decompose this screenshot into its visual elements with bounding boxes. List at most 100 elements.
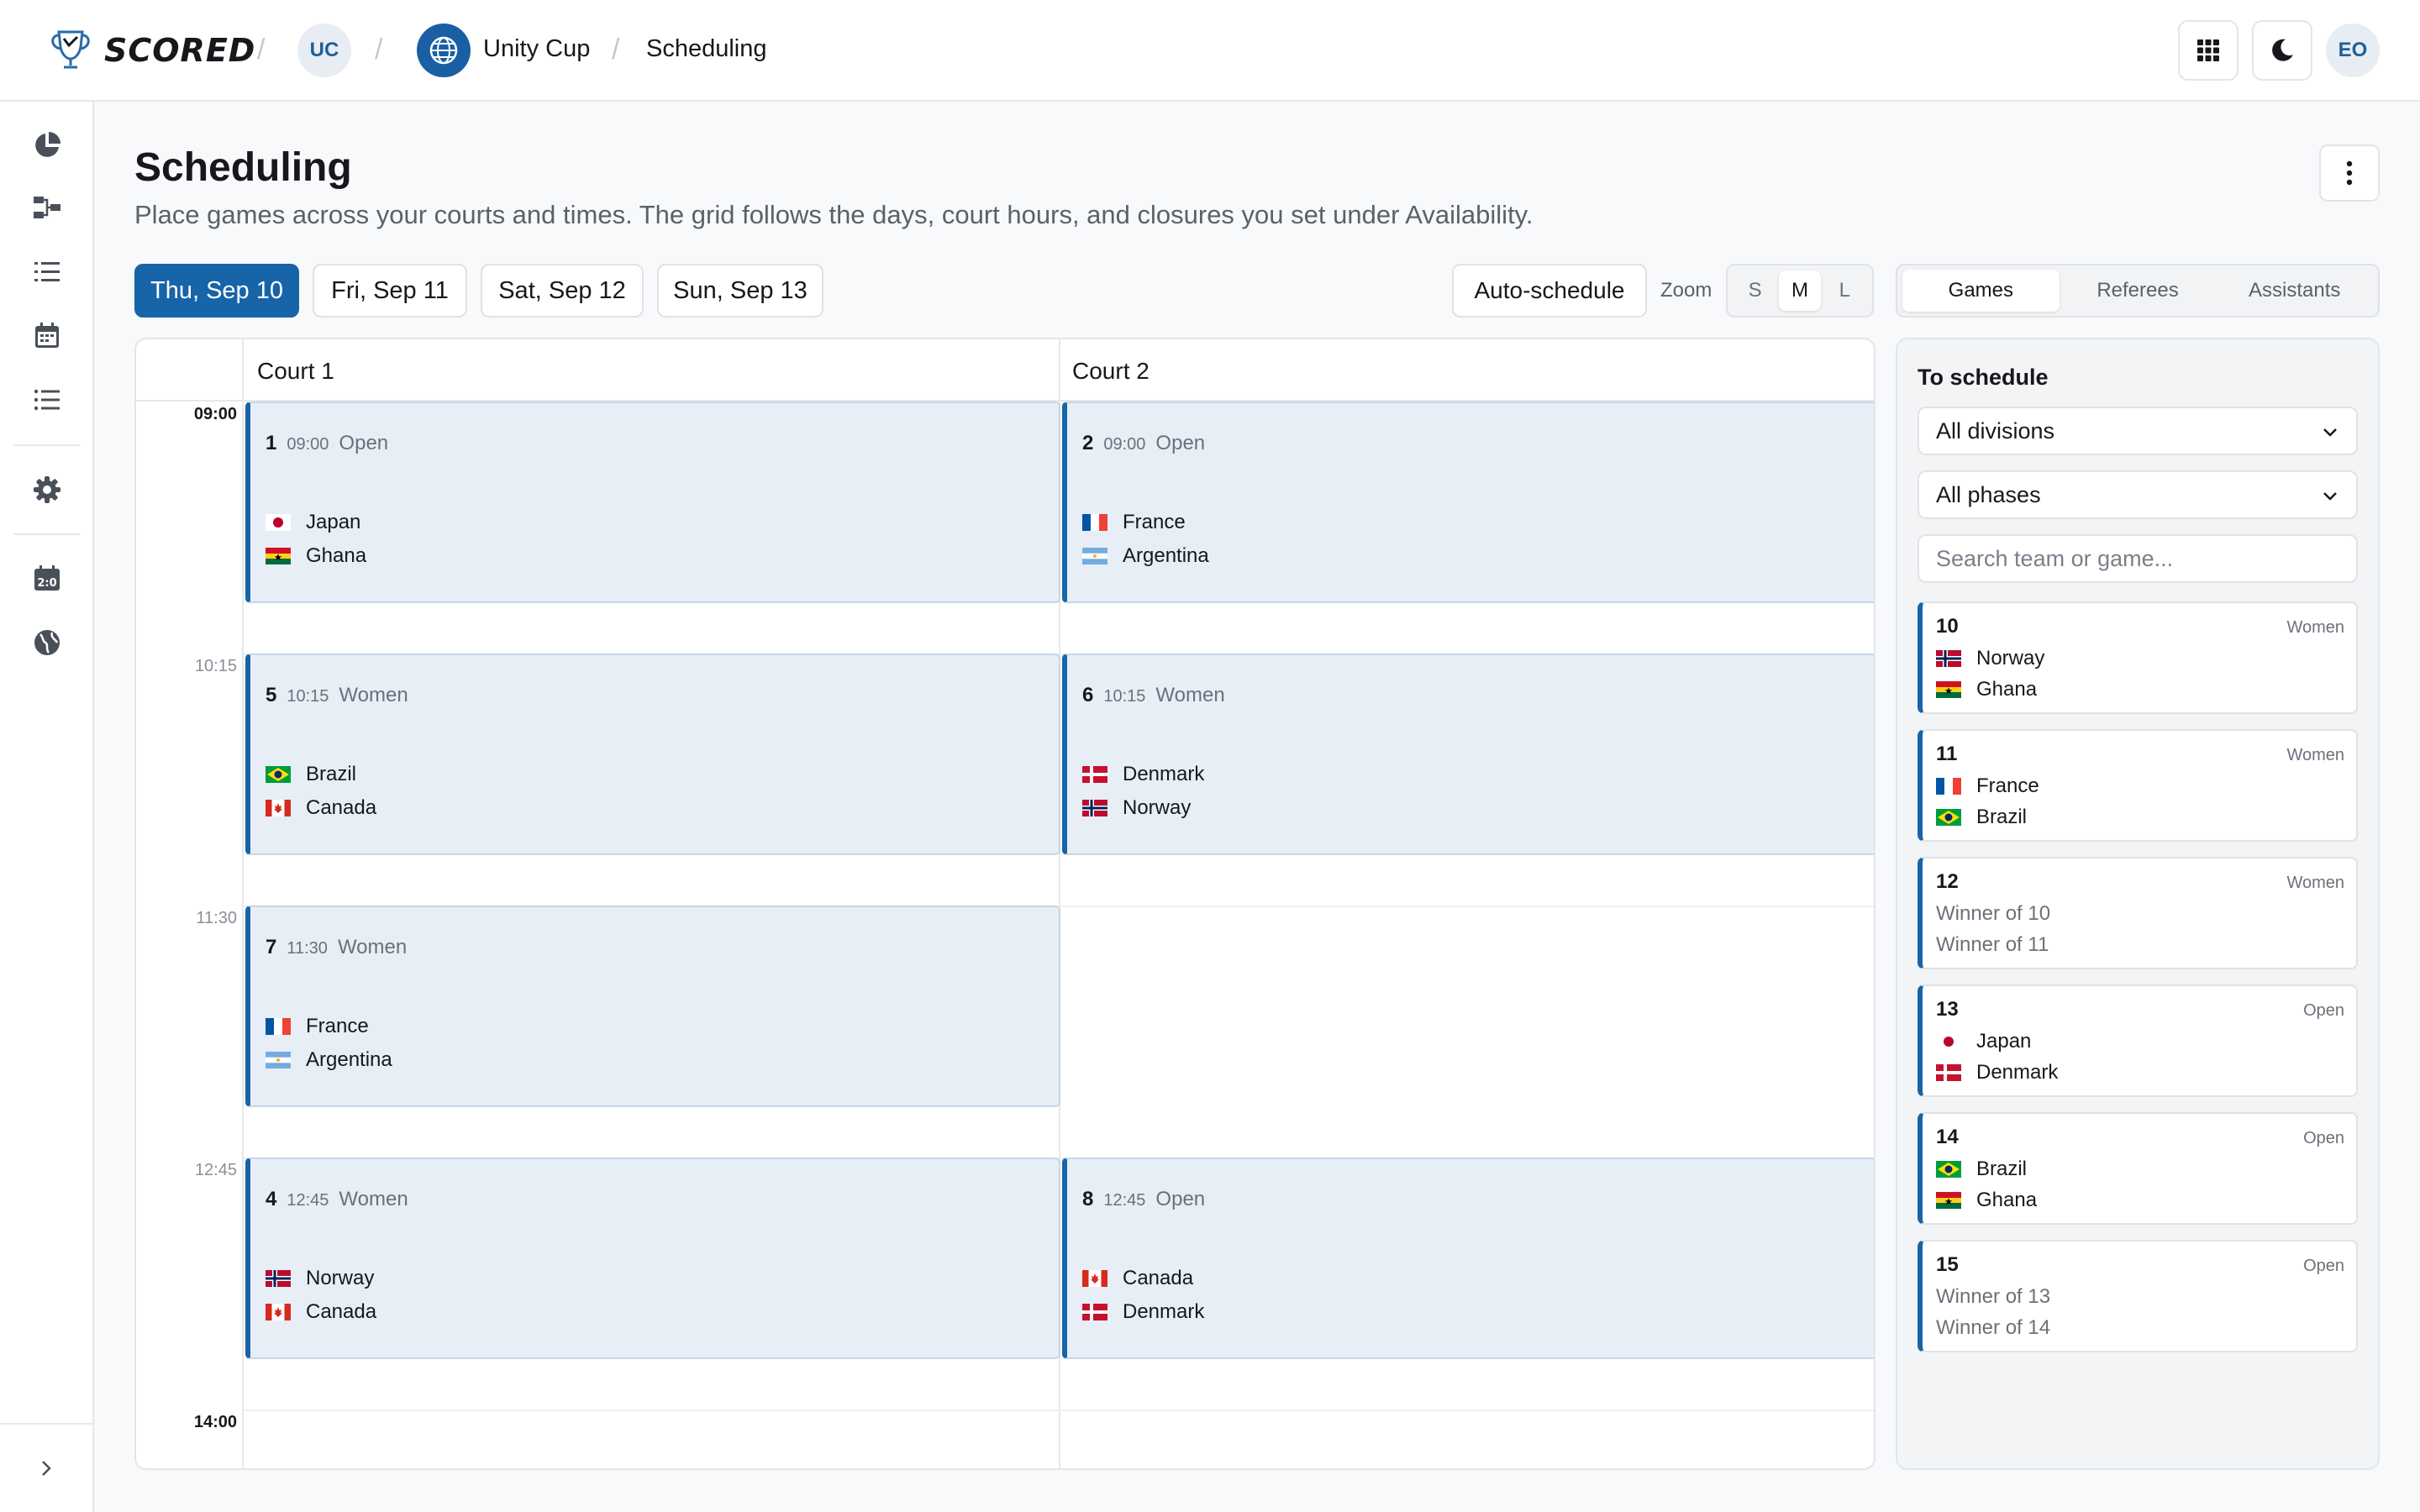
- sidebar-item-settings[interactable]: [30, 473, 64, 507]
- division-select-value: All divisions: [1936, 417, 2055, 444]
- user-avatar[interactable]: EO: [2326, 24, 2380, 77]
- sidebar-item-standings[interactable]: [30, 255, 64, 289]
- team-name: Denmark: [1976, 1061, 2059, 1084]
- more-options-button[interactable]: [2319, 144, 2380, 202]
- game-time: 12:45: [1103, 1191, 1146, 1210]
- sidebar-item-public-site[interactable]: [30, 626, 64, 659]
- game-time: 10:15: [287, 687, 329, 706]
- day-tab-fri[interactable]: Fri, Sep 11: [313, 264, 467, 318]
- tab-referees[interactable]: Referees: [2060, 270, 2217, 312]
- time-gutter-divider: [242, 339, 244, 1468]
- sidebar-expand-button[interactable]: [0, 1423, 92, 1512]
- game-team: Canada: [266, 796, 376, 820]
- schedule-grid: Court 1 Court 2 09:00 10:15 11:30 12:45 14:0…: [134, 338, 1876, 1470]
- search-input[interactable]: [1918, 534, 2358, 583]
- day-tab-sat[interactable]: Sat, Sep 12: [481, 264, 644, 318]
- zoom-option-s[interactable]: S: [1734, 270, 1776, 311]
- sidebar-item-overview[interactable]: [30, 129, 64, 162]
- game-division: Women: [2286, 618, 2344, 637]
- game-number: 5: [266, 684, 277, 706]
- auto-schedule-button[interactable]: Auto-schedule: [1452, 264, 1647, 318]
- game-team: France: [1082, 511, 1186, 534]
- scheduled-game-card[interactable]: 7 11:30 Women France Argentina: [245, 906, 1060, 1107]
- game-team: Brazil: [1936, 1158, 2027, 1181]
- kebab-menu-icon: [2346, 160, 2353, 186]
- time-label: 12:45: [194, 1161, 237, 1179]
- tab-games[interactable]: Games: [1902, 270, 2060, 312]
- unscheduled-game-card[interactable]: 10 Women Norway Ghana: [1918, 601, 2358, 714]
- scheduled-game-card[interactable]: 6 10:15 Women Denmark Norway: [1062, 654, 1874, 855]
- page-subtitle: Place games across your courts and times…: [134, 200, 1534, 229]
- page-title: Scheduling: [134, 145, 352, 190]
- sidebar-item-brackets[interactable]: [30, 192, 64, 225]
- game-time: 11:30: [287, 939, 328, 958]
- unscheduled-game-card[interactable]: 12 Women Winner of 10 Winner of 11: [1918, 857, 2358, 969]
- calendar-icon: [35, 323, 59, 348]
- day-tab-sun[interactable]: Sun, Sep 13: [657, 264, 823, 318]
- zoom-option-l[interactable]: L: [1823, 270, 1865, 311]
- unscheduled-game-card[interactable]: 14 Open Brazil Ghana: [1918, 1112, 2358, 1225]
- game-team: Ghana: [266, 544, 366, 568]
- breadcrumb-tournament[interactable]: Unity Cup: [483, 35, 590, 63]
- scheduled-game-card[interactable]: 8 12:45 Open Canada Denmark: [1062, 1158, 1874, 1359]
- unscheduled-game-card[interactable]: 11 Women France Brazil: [1918, 729, 2358, 842]
- scheduled-game-card[interactable]: 5 10:15 Women Brazil Canada: [245, 654, 1060, 855]
- game-team: Winner of 10: [1936, 902, 2050, 926]
- apps-button[interactable]: [2178, 20, 2238, 81]
- tournament-logo[interactable]: [417, 24, 471, 77]
- flag-argentina-icon: [266, 1052, 291, 1068]
- scheduled-game-card[interactable]: 2 09:00 Open France Argentina: [1062, 402, 1874, 603]
- phase-select-value: All phases: [1936, 481, 2041, 507]
- game-number: 6: [1082, 684, 1094, 706]
- chevron-down-icon: [2323, 492, 2337, 501]
- game-team: Canada: [1082, 1267, 1193, 1290]
- phase-select[interactable]: All phases: [1918, 470, 2358, 519]
- panel-tabs: Games Referees Assistants: [1896, 264, 2380, 318]
- unscheduled-game-card[interactable]: 13 Open Japan Denmark: [1918, 984, 2358, 1097]
- team-name: Norway: [306, 1267, 375, 1289]
- court-header-1: Court 1: [257, 358, 334, 384]
- brand-name: SCORED: [104, 32, 256, 69]
- sidebar-item-games[interactable]: [30, 383, 64, 417]
- flag-japan-icon: [1936, 1033, 1961, 1050]
- team-name: France: [1976, 774, 2039, 797]
- sidebar-item-scoreboard[interactable]: 2:0: [30, 562, 64, 596]
- zoom-option-m[interactable]: M: [1778, 270, 1821, 311]
- division-select[interactable]: All divisions: [1918, 407, 2358, 455]
- flag-norway-icon: [1936, 650, 1961, 667]
- svg-text:2:0: 2:0: [37, 577, 56, 590]
- time-label: 10:15: [194, 657, 237, 675]
- game-number: 1: [266, 432, 277, 454]
- sidebar-item-scheduling[interactable]: [30, 319, 64, 353]
- pie-chart-icon: [35, 132, 60, 157]
- game-team: Japan: [266, 511, 360, 534]
- flag-argentina-icon: [1082, 548, 1107, 564]
- game-number: 4: [266, 1188, 277, 1210]
- flag-canada-icon: [1082, 1270, 1107, 1287]
- game-division: Women: [337, 936, 408, 958]
- game-time: 09:00: [1103, 435, 1146, 454]
- theme-toggle-button[interactable]: [2252, 20, 2312, 81]
- game-header: 6 10:15 Women: [1082, 684, 1225, 707]
- flag-denmark-icon: [1082, 1304, 1107, 1320]
- game-team: Norway: [266, 1267, 374, 1290]
- flag-japan-icon: [266, 514, 291, 531]
- game-header: 1 09:00 Open: [266, 432, 388, 455]
- unscheduled-game-card[interactable]: 15 Open Winner of 13 Winner of 14: [1918, 1240, 2358, 1352]
- game-time: 10:15: [1103, 687, 1146, 706]
- game-team: France: [1936, 774, 2039, 798]
- org-badge[interactable]: UC: [297, 24, 351, 77]
- tab-assistants[interactable]: Assistants: [2216, 270, 2373, 312]
- team-name: Winner of 10: [1936, 902, 2051, 925]
- scheduled-game-card[interactable]: 1 09:00 Open Japan Ghana: [245, 402, 1060, 603]
- scheduled-game-card[interactable]: 4 12:45 Women Norway Canada: [245, 1158, 1060, 1359]
- brand-logo[interactable]: SCORED: [47, 27, 255, 74]
- team-name: Argentina: [306, 1048, 392, 1071]
- team-name: Argentina: [1123, 544, 1209, 567]
- game-number: 8: [1082, 1188, 1094, 1210]
- chevron-down-icon: [2323, 428, 2337, 437]
- team-name: Canada: [306, 796, 377, 819]
- to-schedule-panel: To schedule All divisions All phases 10 W…: [1896, 338, 2380, 1470]
- day-tab-thu[interactable]: Thu, Sep 10: [134, 264, 299, 318]
- game-team: Denmark: [1936, 1061, 2058, 1084]
